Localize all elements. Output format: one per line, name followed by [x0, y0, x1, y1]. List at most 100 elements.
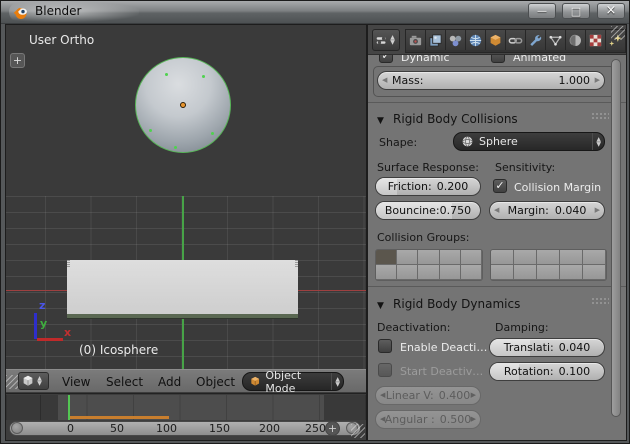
group-toggle[interactable]	[461, 250, 482, 265]
menu-view[interactable]: View	[62, 375, 90, 389]
mass-field[interactable]: ◀ Mass: 1.000 ▶	[377, 71, 605, 90]
tab-object-data[interactable]	[546, 30, 566, 50]
menu-object[interactable]: Object	[196, 375, 235, 389]
menu-select[interactable]: Select	[106, 375, 143, 389]
gizmo-x-label: x	[64, 326, 71, 339]
collision-groups-grid-2	[490, 249, 607, 281]
tab-material[interactable]	[566, 30, 586, 50]
friction-slider[interactable]: Friction: 0.200	[375, 177, 481, 196]
maximize-icon: □	[571, 5, 581, 18]
close-icon: ×	[606, 3, 617, 18]
plus-icon: +	[328, 422, 337, 435]
linear-velocity-field[interactable]: ◀ Linear V: 0.400 ▶	[375, 386, 481, 405]
gizmo-z-axis	[34, 313, 37, 339]
editor-type-button[interactable]: ▲▼	[18, 372, 49, 390]
group-toggle[interactable]	[440, 250, 461, 265]
group-toggle[interactable]	[491, 250, 514, 265]
collision-margin-checkbox[interactable]: ✓	[493, 179, 507, 193]
group-toggle[interactable]	[440, 265, 461, 280]
group-toggle[interactable]	[418, 250, 439, 265]
group-toggle[interactable]	[491, 265, 514, 280]
margin-field[interactable]: ◀ Margin: 0.040 ▶	[489, 201, 605, 220]
tab-constraints[interactable]	[506, 30, 526, 50]
panel-grip-icon[interactable]	[591, 112, 609, 119]
timeline-editor[interactable]: 0 50 100 150 200 250 +	[6, 393, 366, 440]
shape-dropdown[interactable]: Sphere ▲▼	[453, 132, 605, 151]
maximize-button[interactable]: □	[562, 3, 590, 19]
tab-render-layers[interactable]	[426, 30, 446, 50]
playhead[interactable]	[68, 395, 70, 420]
editor-type-button[interactable]: ▲▼	[372, 29, 400, 51]
friction-label: Friction:	[388, 180, 432, 193]
mode-selector[interactable]: Object Mode ▲▼	[242, 372, 344, 391]
tab-render[interactable]	[406, 30, 426, 50]
bounciness-slider[interactable]: Bouncine: 0.750	[375, 201, 481, 220]
collisions-panel-title: Rigid Body Collisions	[393, 112, 518, 126]
collision-groups-grid-1	[375, 249, 483, 281]
dynamic-checkbox[interactable]: ✓	[379, 55, 393, 63]
wire-dash	[295, 260, 298, 267]
enable-deactivation-checkbox[interactable]	[378, 339, 392, 353]
3d-viewport[interactable]: User Ortho + z y x (0) Icosphere	[6, 25, 366, 369]
ground-plane-object[interactable]	[67, 260, 298, 319]
surface-response-label: Surface Response:	[377, 161, 479, 174]
tab-modifiers[interactable]	[526, 30, 546, 50]
group-toggle[interactable]	[583, 250, 606, 265]
gizmo-z-label: z	[39, 299, 45, 312]
tab-object[interactable]	[486, 30, 506, 50]
dynamics-panel-header[interactable]: ▼ Rigid Body Dynamics	[377, 293, 617, 307]
linear-velocity-label: Linear V:	[386, 389, 434, 402]
bounciness-label: Bouncine:	[385, 204, 440, 217]
shape-value: Sphere	[479, 135, 518, 148]
menu-add[interactable]: Add	[158, 375, 181, 389]
group-toggle[interactable]	[514, 250, 537, 265]
start-deactivated-checkbox[interactable]	[378, 363, 392, 377]
separator	[368, 286, 626, 287]
group-toggle-active[interactable]	[376, 250, 397, 265]
collision-margin-label: Collision Margin	[514, 181, 601, 194]
group-toggle[interactable]	[537, 265, 560, 280]
rotation-damping-slider[interactable]: Rotation: 0.100	[489, 362, 605, 381]
group-toggle[interactable]	[583, 265, 606, 280]
translation-damping-slider[interactable]: Translati: 0.040	[489, 338, 605, 357]
area-corner-widget[interactable]	[351, 424, 365, 438]
titlebar[interactable]: Blender — □ ×	[1, 1, 630, 24]
group-toggle[interactable]	[537, 250, 560, 265]
minimize-button[interactable]: —	[528, 3, 556, 19]
timeline-track[interactable]	[6, 395, 366, 420]
properties-scrollbar[interactable]	[611, 59, 621, 417]
increment-icon: ▶	[471, 391, 476, 399]
deactivation-label: Deactivation:	[377, 321, 450, 334]
increment-icon: ▶	[595, 76, 600, 84]
close-button[interactable]: ×	[597, 3, 625, 19]
group-toggle[interactable]	[560, 265, 583, 280]
area-corner-widget[interactable]	[611, 26, 625, 40]
dropdown-arrows-icon: ▲▼	[331, 373, 343, 390]
tab-world[interactable]	[466, 30, 486, 50]
tab-scene[interactable]	[446, 30, 466, 50]
group-toggle[interactable]	[397, 250, 418, 265]
group-toggle[interactable]	[397, 265, 418, 280]
group-toggle[interactable]	[418, 265, 439, 280]
group-toggle[interactable]	[514, 265, 537, 280]
vertex-dot	[149, 129, 152, 132]
sensitivity-label: Sensitivity:	[495, 161, 555, 174]
angular-velocity-field[interactable]: ◀ Angular : 0.500 ▶	[375, 410, 481, 429]
tab-texture[interactable]	[586, 30, 606, 50]
animated-checkbox[interactable]	[491, 55, 505, 63]
margin-value: 0.040	[555, 204, 587, 217]
scrollbar-left-handle[interactable]	[11, 422, 23, 434]
panel-grip-icon[interactable]	[591, 297, 609, 304]
blender-logo-icon	[13, 4, 29, 20]
vertex-dot	[165, 73, 168, 76]
group-toggle[interactable]	[560, 250, 583, 265]
collisions-panel-header[interactable]: ▼ Rigid Body Collisions	[377, 108, 617, 122]
expand-region-button[interactable]: +	[10, 53, 25, 68]
group-toggle[interactable]	[376, 265, 397, 280]
timeline-add-button[interactable]: +	[325, 421, 340, 436]
increment-icon: ▶	[471, 415, 476, 423]
group-toggle[interactable]	[461, 265, 482, 280]
render-icon	[408, 33, 423, 48]
translation-value: 0.040	[559, 341, 591, 354]
scene-icon	[448, 33, 463, 48]
